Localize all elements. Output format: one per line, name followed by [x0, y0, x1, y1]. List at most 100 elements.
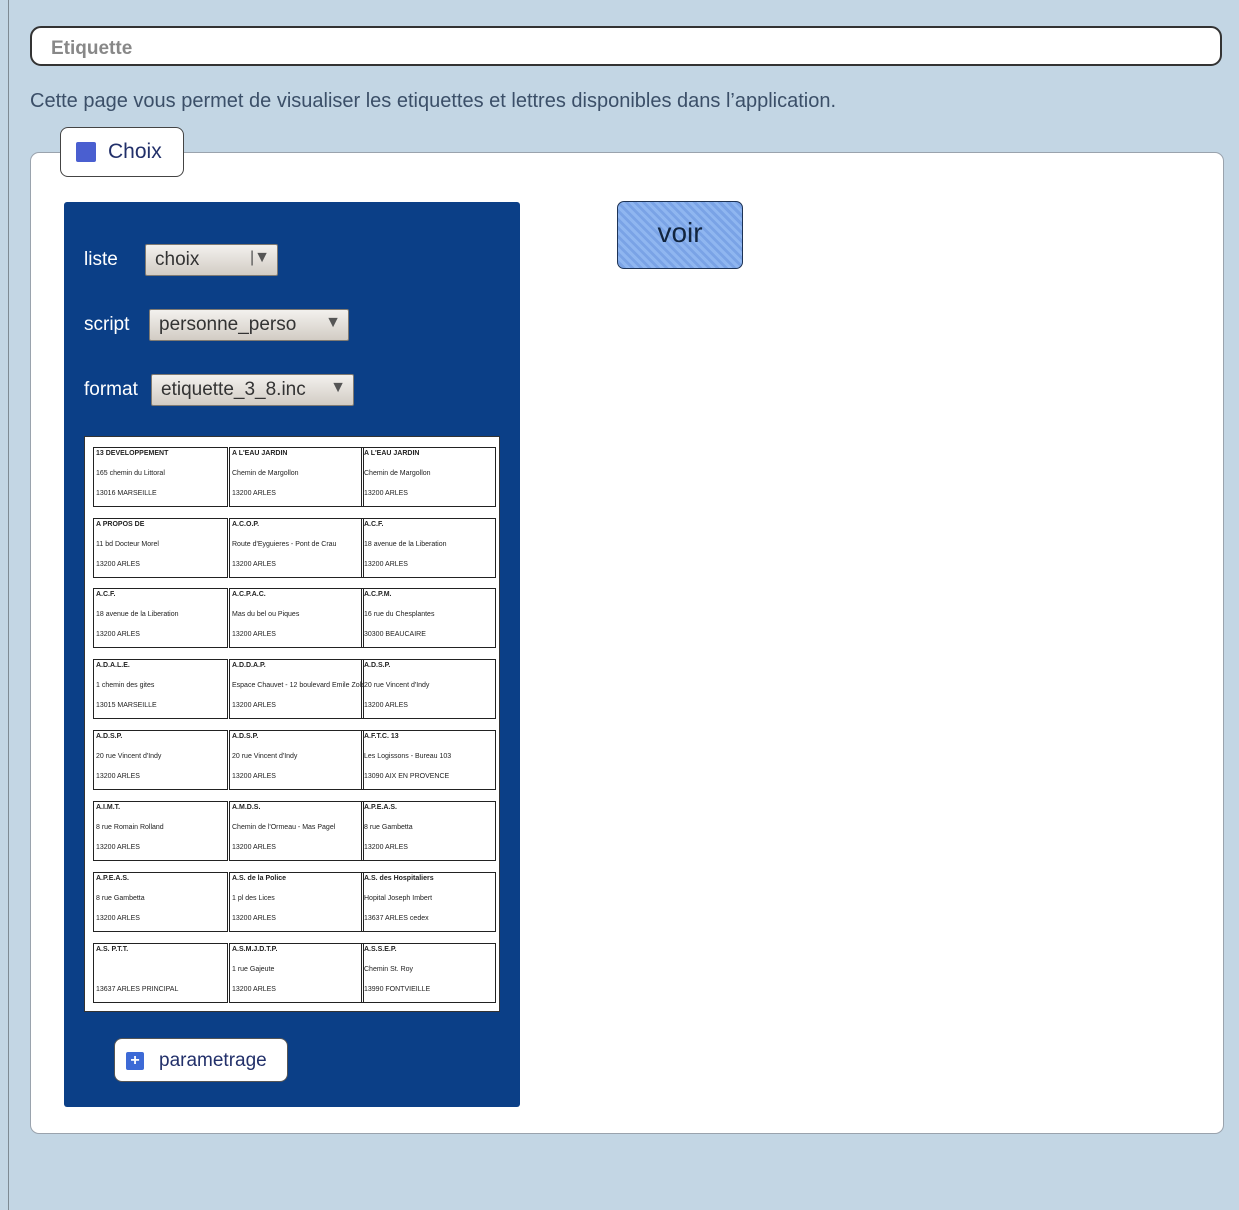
label-line-l2: 13637 ARLES PRINCIPAL [96, 986, 179, 993]
parametrage-button[interactable]: + parametrage [114, 1038, 288, 1082]
address-label: A.S. P.T.T. 13637 ARLES PRINCIPAL [93, 943, 228, 1003]
blue-square-icon [76, 142, 96, 162]
label-line-name: A.D.S.P. [364, 662, 391, 669]
label-line-l1: 1 pl des Lices [232, 895, 275, 902]
label-line-name: A.D.A.L.E. [96, 662, 130, 669]
label-line-l1: Mas du bel ou Piques [232, 611, 300, 618]
label-line-name: A L'EAU JARDIN [232, 450, 288, 457]
label-line-l1: Chemin de Margollon [364, 470, 431, 477]
address-label: A.D.D.A.P. Espace Chauvet - 12 boulevard … [229, 659, 364, 719]
label-line-l2: 13637 ARLES cedex [364, 915, 429, 922]
choix-legend[interactable]: Choix [60, 127, 184, 177]
address-label: A.D.A.L.E. 1 chemin des gites 13015 MARSEI… [93, 659, 228, 719]
parametrage-label: parametrage [159, 1050, 267, 1071]
address-label: A.D.S.P. 20 rue Vincent d'Indy 13200 ARLES [93, 730, 228, 790]
label-line-name: A.S. de la Police [232, 875, 287, 882]
label-line-l2: 13200 ARLES [96, 844, 140, 851]
label-line-l2: 13200 ARLES [364, 561, 408, 568]
label-line-l2: 13200 ARLES [232, 702, 276, 709]
label-line-name: A.P.E.A.S. [96, 875, 129, 882]
label-line-l1: Espace Chauvet - 12 boulevard Emile Zola [232, 682, 364, 689]
label-line-l2: 13990 FONTVIEILLE [364, 986, 431, 993]
label-line-name: A.S. des Hospitaliers [364, 875, 434, 882]
options-panel: liste choix |▼ script personne_perso ▼ f… [64, 202, 520, 1107]
label-line-l2: 13200 ARLES [232, 915, 276, 922]
label-line-l2: 13200 ARLES [96, 631, 140, 638]
label-line-l1: 18 avenue de la Liberation [96, 611, 179, 618]
label-line-l2: 30300 BEAUCAIRE [364, 631, 426, 638]
address-label: A.P.E.A.S. 8 rue Gambetta 13200 ARLES [361, 801, 496, 861]
label-line-l1: 1 rue Gajeute [232, 966, 275, 973]
chevron-down-icon: |▼ [250, 249, 270, 266]
address-label: A.C.O.P. Route d'Eyguieres - Pont de Crau… [229, 518, 364, 578]
liste-select[interactable]: choix |▼ [145, 244, 278, 276]
label-line-l1: 16 rue du Chesplantes [364, 611, 435, 618]
label-line-name: A.P.E.A.S. [364, 804, 397, 811]
label-line-name: A.D.S.P. [96, 733, 123, 740]
label-line-l1: Route d'Eyguieres - Pont de Crau [232, 541, 337, 548]
label-line-name: A.D.S.P. [232, 733, 259, 740]
address-label: A.C.P.A.C. Mas du bel ou Piques 13200 ARLE… [229, 588, 364, 648]
address-label: A.C.F. 18 avenue de la Liberation 13200 AR… [361, 518, 496, 578]
address-label: A.S. de la Police 1 pl des Lices 13200 ARL… [229, 872, 364, 932]
liste-label: liste [84, 249, 118, 270]
address-label: A.M.D.S. Chemin de l'Ormeau - Mas Pagel 13… [229, 801, 364, 861]
script-select[interactable]: personne_perso ▼ [149, 309, 349, 341]
format-select[interactable]: etiquette_3_8.inc ▼ [151, 374, 354, 406]
label-line-l1: 11 bd Docteur Morel [96, 541, 159, 548]
address-label: A.D.S.P. 20 rue Vincent d'Indy 13200 ARLES [361, 659, 496, 719]
label-line-name: A.M.D.S. [232, 804, 261, 811]
voir-label: voir [657, 217, 703, 248]
address-label: A.S.M.J.D.T.P. 1 rue Gajeute 13200 ARLES [229, 943, 364, 1003]
label-line-l1: Chemin St. Roy [364, 966, 414, 973]
label-line-l1: 8 rue Romain Rolland [96, 824, 164, 831]
label-line-l2: 13015 MARSEILLE [96, 702, 157, 709]
label-line-l2: 13016 MARSEILLE [96, 490, 157, 497]
address-label: A.D.S.P. 20 rue Vincent d'Indy 13200 ARLES [229, 730, 364, 790]
liste-value: choix [155, 249, 200, 270]
label-line-name: A.C.O.P. [232, 521, 260, 528]
chevron-down-icon: ▼ [325, 314, 341, 331]
label-line-name: A.C.P.M. [364, 591, 392, 598]
label-line-l2: 13200 ARLES [232, 773, 276, 780]
script-value: personne_perso [159, 314, 297, 335]
label-line-l2: 13200 ARLES [232, 490, 276, 497]
address-label: A L'EAU JARDIN Chemin de Margollon 13200 A… [229, 447, 364, 507]
label-line-l1: 165 chemin du Littoral [96, 470, 165, 477]
voir-button[interactable]: voir [617, 201, 743, 269]
label-line-name: A.C.F. [364, 521, 384, 528]
label-line-name: A L'EAU JARDIN [364, 450, 420, 457]
format-value: etiquette_3_8.inc [161, 379, 306, 400]
label-line-name: A.I.M.T. [96, 804, 121, 811]
address-label: 13 DEVELOPPEMENT 165 chemin du Littoral 13… [93, 447, 228, 507]
label-preview: 13 DEVELOPPEMENT 165 chemin du Littoral 13… [84, 436, 500, 1012]
label-line-name: A.S. P.T.T. [96, 946, 129, 953]
label-line-l1: 1 chemin des gites [96, 682, 155, 689]
label-line-name: 13 DEVELOPPEMENT [96, 450, 169, 457]
label-line-l1: Les Logissons - Bureau 103 [364, 753, 452, 760]
label-line-name: A.F.T.C. 13 [364, 733, 399, 740]
label-line-l2: 13200 ARLES [364, 702, 408, 709]
label-line-l1: 20 rue Vincent d'Indy [96, 753, 162, 760]
plus-icon: + [126, 1052, 144, 1070]
label-line-l1: Hopital Joseph Imbert [364, 895, 433, 902]
label-line-l2: 13090 AIX EN PROVENCE [364, 773, 450, 780]
address-label: A.P.E.A.S. 8 rue Gambetta 13200 ARLES [93, 872, 228, 932]
label-line-l2: 13200 ARLES [96, 773, 140, 780]
label-line-l2: 13200 ARLES [232, 631, 276, 638]
label-line-l2: 13200 ARLES [232, 986, 276, 993]
intro-text: Cette page vous permet de visualiser les… [30, 90, 837, 112]
address-label: A.C.P.M. 16 rue du Chesplantes 30300 BEAUC… [361, 588, 496, 648]
label-line-l1: 8 rue Gambetta [364, 824, 413, 831]
label-line-l2: 13200 ARLES [232, 561, 276, 568]
format-label: format [84, 379, 138, 400]
address-label: A PROPOS DE 11 bd Docteur Morel 13200 ARLE… [93, 518, 228, 578]
label-line-name: A.S.S.E.P. [364, 946, 397, 953]
label-line-l2: 13200 ARLES [364, 490, 408, 497]
address-label: A.S. des Hospitaliers Hopital Joseph Imbe… [361, 872, 496, 932]
label-line-l2: 13200 ARLES [96, 561, 140, 568]
label-line-name: A PROPOS DE [96, 521, 145, 528]
label-line-l1: 20 rue Vincent d'Indy [232, 753, 298, 760]
label-line-l2: 13200 ARLES [232, 844, 276, 851]
label-line-name: A.C.F. [96, 591, 116, 598]
